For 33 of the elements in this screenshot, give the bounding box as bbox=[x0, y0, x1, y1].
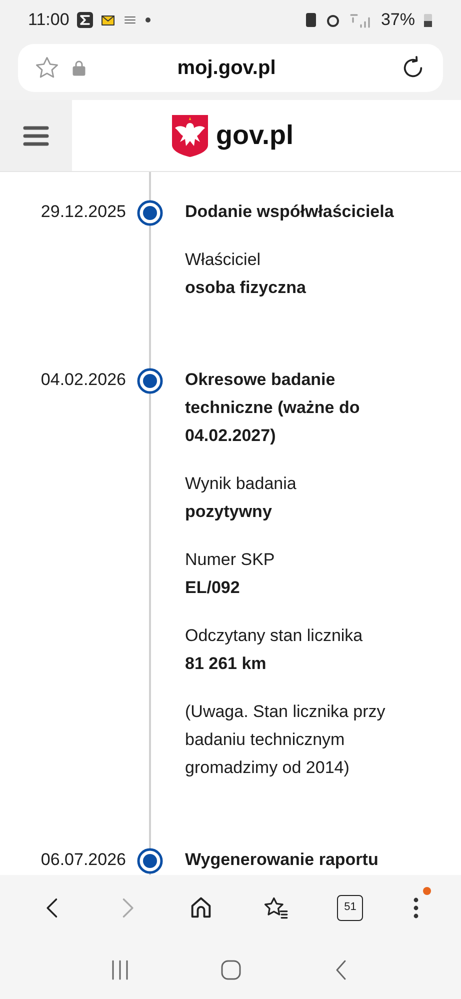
event-title: Wygenerowanie raportu bbox=[185, 849, 380, 871]
dot-icon bbox=[145, 17, 152, 23]
field-value: EL/092 bbox=[185, 577, 241, 599]
event-date: 29.12.2025 bbox=[40, 201, 126, 223]
field-value: pozytywny bbox=[185, 501, 273, 523]
battery-percent: 37% bbox=[380, 9, 415, 32]
address-bar[interactable]: moj.gov.pl bbox=[18, 44, 443, 92]
field-value: 81 261 km bbox=[185, 653, 268, 675]
eagle-emblem-icon bbox=[172, 114, 208, 156]
field-value: osoba fizyczna bbox=[185, 277, 307, 299]
timeline-dot bbox=[137, 368, 163, 394]
mail-icon bbox=[101, 14, 116, 26]
timeline-dot bbox=[137, 200, 163, 226]
status-time: 11:00 bbox=[28, 9, 70, 32]
event-date: 04.02.2026 bbox=[40, 369, 126, 391]
field-label: Wynik badania bbox=[185, 473, 298, 495]
site-logo-text: gov.pl bbox=[216, 119, 294, 152]
field-label: Odczytany stan licznika bbox=[185, 625, 364, 647]
signal-icon bbox=[348, 12, 373, 28]
event-title: Okresowe badanie techniczne (ważne do 04.02.2027) bbox=[185, 369, 361, 447]
url-text: moj.gov.pl bbox=[176, 56, 277, 81]
field-label: Numer SKP bbox=[185, 549, 276, 571]
event-title: Dodanie współwłaściciela bbox=[185, 201, 395, 223]
lock-icon bbox=[72, 60, 86, 76]
app-icon bbox=[77, 12, 94, 28]
menu-icon bbox=[23, 124, 49, 146]
menu-button[interactable] bbox=[0, 100, 72, 171]
field-label: Właściciel bbox=[185, 249, 262, 271]
home-button-icon[interactable] bbox=[218, 958, 242, 982]
battery-icon bbox=[423, 12, 433, 28]
event-date: 06.07.2026 bbox=[40, 849, 126, 871]
tabs-button[interactable]: 51 bbox=[337, 894, 364, 920]
event-note: (Uwaga. Stan licznika przy badaniu technicznym gromadzimy od 2014) bbox=[185, 701, 386, 779]
